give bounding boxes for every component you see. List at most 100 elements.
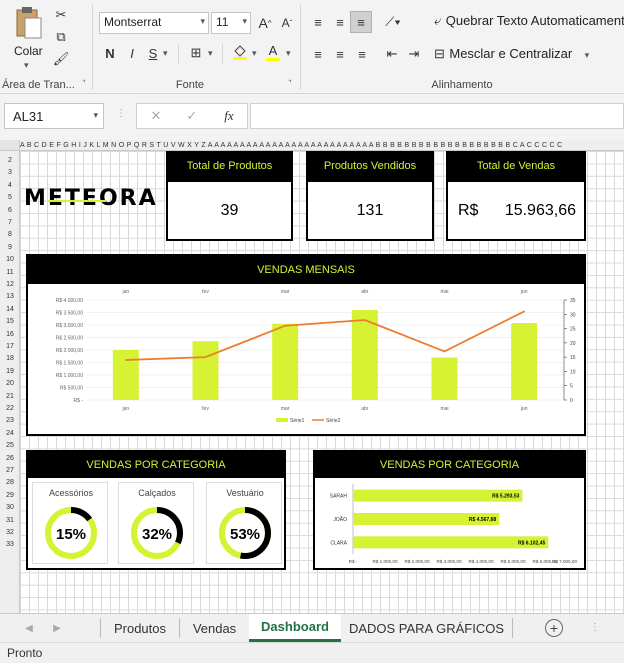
kpi-total-vendas-header: Total de Vendas xyxy=(446,151,586,181)
wrap-text-label: Quebrar Texto Automaticamente xyxy=(445,13,624,28)
y-right-tick-label: 10 xyxy=(570,369,576,375)
row-number[interactable]: 11 xyxy=(0,269,20,276)
row-number[interactable]: 25 xyxy=(0,442,20,449)
row-number[interactable]: 10 xyxy=(0,256,20,263)
row-number[interactable]: 23 xyxy=(0,417,20,424)
enter-icon[interactable]: ✓ xyxy=(183,107,201,125)
align-middle-icon[interactable]: ≡ xyxy=(330,12,350,32)
tab-vendas[interactable]: Vendas xyxy=(180,614,249,642)
category-name: Calçados xyxy=(138,488,176,498)
align-top-icon[interactable]: ≡ xyxy=(308,12,328,32)
fill-color-icon[interactable] xyxy=(230,42,250,62)
select-all-corner[interactable] xyxy=(0,140,20,151)
dialog-launcher-icon[interactable]: ⌝ xyxy=(82,79,86,88)
row-number[interactable]: 14 xyxy=(0,306,20,313)
cut-icon[interactable]: ✂ xyxy=(52,6,70,24)
paste-button[interactable]: Colar ▾ xyxy=(10,4,50,70)
row-number[interactable]: 19 xyxy=(0,368,20,375)
data-label: R$ 6.102,45 xyxy=(518,540,545,546)
row-number[interactable]: 9 xyxy=(0,244,20,251)
row-number[interactable]: 26 xyxy=(0,455,20,462)
column-headers[interactable]: A B C D E F G H I J K L M N O P Q R S T … xyxy=(20,140,624,151)
kpi-value: 131 xyxy=(356,201,384,219)
cancel-icon[interactable]: ✕ xyxy=(147,107,165,125)
row-number[interactable]: 6 xyxy=(0,207,20,214)
drag-handle-icon[interactable]: ⋮ xyxy=(116,108,126,119)
italic-button[interactable]: I xyxy=(124,44,140,62)
category-label: SARAH xyxy=(330,494,348,500)
monthly-chart-card: R$ - R$ 500,00 R$ 1.000,00 R$ 1.500,00 R$ 2.… xyxy=(26,284,586,436)
tab-dashboard[interactable]: Dashboard xyxy=(249,614,341,642)
borders-icon[interactable]: ⊞ xyxy=(186,44,206,62)
add-sheet-icon[interactable]: + xyxy=(542,614,566,642)
sheet-tabs-bar: ◀ ▶ Produtos Vendas Dashboard DADOS PARA… xyxy=(0,613,624,642)
row-number[interactable]: 24 xyxy=(0,430,20,437)
row-number[interactable]: 20 xyxy=(0,380,20,387)
category-bar-card: SARAH R$ 5.293,53 JOÃO R$ 4.567,68 CLARA R$ 6… xyxy=(313,478,586,570)
x-tick-label: R$ 4.000,00 xyxy=(468,559,493,564)
font-size-select[interactable]: 11 ▾ xyxy=(211,12,251,34)
tab-scroll-handle[interactable]: ⋮ xyxy=(590,622,600,633)
row-number[interactable]: 8 xyxy=(0,231,20,238)
increase-indent-icon[interactable]: ⇥ xyxy=(404,44,424,64)
wrap-text-button[interactable]: ⤶ Quebrar Texto Automaticamente xyxy=(434,12,624,32)
y-right-tick-label: 25 xyxy=(570,327,576,333)
row-number[interactable]: 31 xyxy=(0,517,20,524)
name-box[interactable]: AL31 ▾ xyxy=(4,103,104,129)
orientation-icon[interactable]: ⟋▾ xyxy=(380,12,406,32)
series2-point xyxy=(284,324,286,327)
tab-produtos[interactable]: Produtos xyxy=(101,614,179,642)
tab-dados-para-graficos[interactable]: DADOS PARA GRÁFICOS xyxy=(341,614,512,642)
align-bottom-icon[interactable]: ≡ xyxy=(350,11,372,33)
merge-center-button[interactable]: ⊟ Mesclar e Centralizar ▾ xyxy=(434,45,624,65)
row-number[interactable]: 32 xyxy=(0,529,20,536)
row-number[interactable]: 21 xyxy=(0,393,20,400)
row-number[interactable]: 30 xyxy=(0,504,20,511)
align-center-icon[interactable]: ≡ xyxy=(330,44,350,64)
increase-font-icon[interactable]: A ^ xyxy=(256,14,274,32)
row-number[interactable]: 15 xyxy=(0,318,20,325)
decrease-indent-icon[interactable]: ⇤ xyxy=(382,44,402,64)
formula-input[interactable] xyxy=(250,103,624,129)
copy-icon[interactable]: ⧉ xyxy=(52,28,70,46)
format-painter-icon[interactable]: 🖌 xyxy=(52,50,70,68)
scroll-tabs-left-icon[interactable]: ◀ xyxy=(20,614,38,642)
insert-function-icon[interactable]: fx xyxy=(219,107,239,125)
donut-percent-label: 15% xyxy=(56,526,86,543)
bar xyxy=(112,350,139,400)
paste-label: Colar xyxy=(14,44,43,58)
row-number[interactable]: 7 xyxy=(0,219,20,226)
row-number[interactable]: 4 xyxy=(0,182,20,189)
row-number[interactable]: 2 xyxy=(0,157,20,164)
font-size-value: 11 xyxy=(216,15,229,29)
row-number[interactable]: 13 xyxy=(0,293,20,300)
category-label: JOÃO xyxy=(333,516,347,523)
font-color-icon[interactable]: A xyxy=(264,42,282,62)
row-number[interactable]: 12 xyxy=(0,281,20,288)
row-number[interactable]: 5 xyxy=(0,194,20,201)
row-number[interactable]: 22 xyxy=(0,405,20,412)
bar xyxy=(272,323,299,400)
row-number[interactable]: 33 xyxy=(0,541,20,548)
decrease-font-icon[interactable]: Aˇ xyxy=(278,14,296,32)
align-right-icon[interactable]: ≡ xyxy=(352,44,372,64)
row-number[interactable]: 28 xyxy=(0,479,20,486)
font-group-label: Fonte xyxy=(175,79,205,91)
row-number[interactable]: 17 xyxy=(0,343,20,350)
underline-button[interactable]: S xyxy=(145,44,161,62)
kpi-value: 15.963,66 xyxy=(504,202,576,219)
dialog-launcher-icon[interactable]: ⌝ xyxy=(288,79,292,88)
row-number[interactable]: 27 xyxy=(0,467,20,474)
row-number[interactable]: 3 xyxy=(0,169,20,176)
bold-button[interactable]: N xyxy=(102,44,118,62)
scroll-tabs-right-icon[interactable]: ▶ xyxy=(48,614,66,642)
row-number[interactable]: 16 xyxy=(0,331,20,338)
y-right-tick-label: 15 xyxy=(570,355,576,361)
row-headers[interactable]: 2 3 4 5 6 7 8 9 10 11 12 13 14 15 16 17 18 19 20 21 22 23 24 25… xyxy=(0,151,20,613)
align-left-icon[interactable]: ≡ xyxy=(308,44,328,64)
x-top-label: abr xyxy=(361,289,369,295)
row-number[interactable]: 29 xyxy=(0,492,20,499)
font-name-select[interactable]: Montserrat ▾ xyxy=(99,12,209,34)
row-number[interactable]: 18 xyxy=(0,355,20,362)
data-label: R$ 4.567,68 xyxy=(469,517,496,523)
